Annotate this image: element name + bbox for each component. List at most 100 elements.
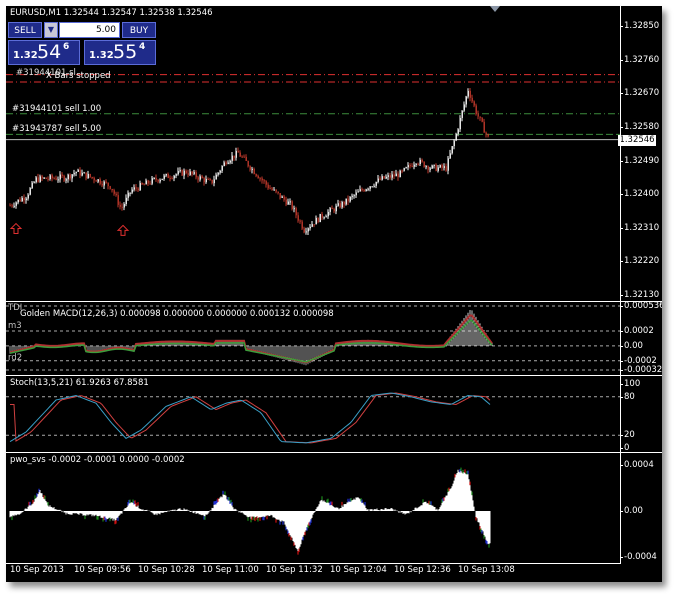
buy-price-box[interactable]: 1.32 55 4 — [84, 40, 156, 65]
candle-body — [357, 191, 359, 193]
candle-body — [147, 180, 149, 184]
candle-body — [203, 178, 205, 183]
candle-body — [209, 179, 211, 181]
candle-body — [485, 132, 487, 134]
candle-body — [181, 170, 183, 176]
candle-body — [321, 213, 323, 218]
sell-price-box[interactable]: 1.32 54 6 — [8, 40, 80, 65]
order-line-label-2[interactable]: #31943787 sell 5.00 — [12, 124, 101, 134]
candle-body — [287, 201, 289, 205]
candle-body — [443, 166, 445, 168]
candle-body — [461, 110, 463, 119]
candle-body — [373, 185, 375, 187]
candle-body — [85, 172, 87, 179]
candle-body — [245, 156, 247, 162]
candle-body — [207, 178, 209, 180]
candle-body — [339, 203, 341, 208]
macd-axis-label: 0.000536 — [624, 301, 662, 311]
candle-body — [67, 174, 69, 180]
candle-body — [487, 133, 489, 137]
candle-body — [475, 105, 477, 115]
pwo-title: pwo_svs -0.0002 -0.0001 0.0000 -0.0002 — [10, 455, 185, 465]
candle-body — [351, 195, 353, 197]
candle-body — [155, 177, 157, 180]
symbol-label: EURUSD,M1 — [10, 8, 62, 18]
candle-body — [455, 133, 457, 141]
current-price-tag: 1.32546 — [618, 135, 656, 146]
macd-side-label-bottom: rd2 — [8, 353, 23, 363]
macd-pane[interactable]: TDI Golden MACD(12,26,3) 0.000098 0.0000… — [6, 301, 662, 375]
candle-body — [269, 188, 271, 190]
candle-body — [213, 179, 215, 184]
candle-body — [87, 173, 89, 179]
chart-menu-chevron-icon[interactable] — [490, 6, 500, 12]
candle-body — [229, 160, 231, 163]
candle-body — [185, 170, 187, 174]
stoch-pane[interactable]: Stoch(13,5,21) 61.9263 67.8581 100 80 20 0 — [6, 376, 662, 453]
candle-body — [247, 161, 249, 167]
candle-body — [417, 163, 419, 165]
candle-body — [389, 175, 391, 178]
price-scale-border — [620, 6, 621, 563]
candle-body — [421, 159, 423, 162]
pane-separator-3[interactable] — [6, 452, 662, 453]
chart-window[interactable]: EURUSD,M1 1.32544 1.32547 1.32538 1.3254… — [6, 6, 662, 582]
candle-body — [379, 178, 381, 180]
candle-body — [223, 162, 225, 167]
macd-side-label-mid: m3 — [8, 321, 22, 331]
candle-body — [289, 201, 291, 203]
candle-body — [363, 190, 365, 192]
price-axis-label: 1.32220 — [624, 256, 660, 267]
candle-body — [299, 220, 301, 222]
candle-body — [251, 168, 253, 170]
pane-separator-1[interactable] — [6, 301, 662, 302]
candle-body — [413, 164, 415, 167]
candle-body — [29, 188, 31, 195]
candle-body — [91, 176, 93, 178]
candle-body — [19, 199, 21, 202]
candle-body — [149, 183, 151, 185]
order-line-label-1[interactable]: #31944101 sell 1.00 — [12, 104, 101, 114]
candle-body — [125, 197, 127, 205]
time-axis-border — [6, 563, 621, 564]
candle-body — [129, 192, 131, 194]
candle-body — [471, 97, 473, 102]
candle-body — [457, 129, 459, 134]
buy-button[interactable]: BUY — [122, 22, 156, 38]
candle-body — [463, 104, 465, 111]
candle-body — [45, 177, 47, 179]
candle-body — [57, 179, 59, 181]
candle-body — [43, 177, 45, 179]
candle-body — [295, 208, 297, 216]
candle-body — [131, 189, 133, 193]
macd-title: Golden MACD(12,26,3) 0.000098 0.000000 0… — [20, 309, 334, 319]
candle-body — [429, 168, 431, 170]
candle-body — [399, 170, 401, 178]
pwo-pane[interactable]: pwo_svs -0.0002 -0.0001 0.0000 -0.0002 0… — [6, 453, 662, 563]
lot-dropdown-button[interactable]: ▼ — [44, 22, 58, 38]
lot-size-input[interactable] — [59, 22, 120, 38]
candle-body — [327, 211, 329, 217]
bars-status-text: X Bars stopped — [46, 71, 111, 81]
price-axis-label: 1.32580 — [624, 121, 660, 132]
sell-button[interactable]: SELL — [8, 22, 42, 38]
candle-body — [133, 187, 135, 190]
candle-body — [13, 205, 15, 207]
candle-body — [395, 173, 397, 177]
candle-body — [123, 204, 125, 208]
price-pane[interactable]: EURUSD,M1 1.32544 1.32547 1.32538 1.3254… — [6, 6, 662, 301]
candle-body — [77, 169, 79, 172]
candle-body — [445, 166, 447, 171]
candle-body — [109, 186, 111, 189]
candle-body — [341, 201, 343, 208]
candle-body — [71, 174, 73, 179]
candle-body — [283, 196, 285, 200]
time-axis-label: 10 Sep 13:08 — [458, 565, 515, 575]
candle-body — [337, 203, 339, 206]
time-axis-label: 10 Sep 11:32 — [266, 565, 323, 575]
candle-body — [319, 213, 321, 223]
candle-body — [17, 199, 19, 203]
candle-body — [105, 181, 107, 183]
candle-body — [419, 159, 421, 165]
pane-separator-2[interactable] — [6, 375, 662, 376]
